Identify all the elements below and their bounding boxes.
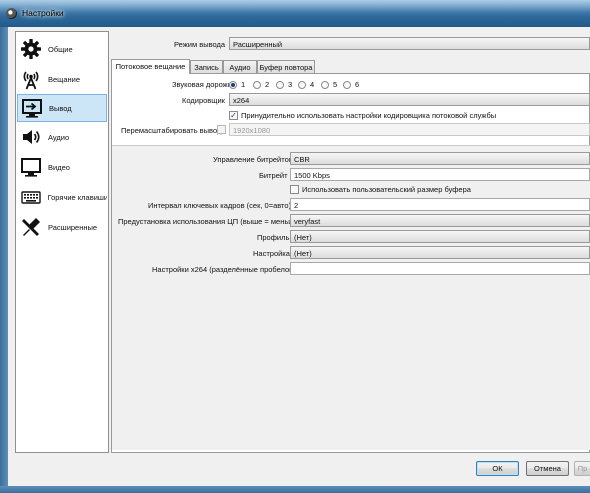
audio-track-2-label: 2 — [265, 80, 270, 89]
custom-buffer-label: Использовать пользовательский размер буф… — [302, 185, 471, 194]
output-mode-value: Расширенный — [233, 40, 283, 49]
audio-track-1-label: 1 — [241, 80, 246, 89]
app-icon — [6, 8, 17, 19]
settings-dialog: Общие Вещание Вывод Аудио Видео Горячие … — [8, 27, 590, 486]
audio-track-radio-2[interactable] — [253, 81, 261, 89]
cpu-preset-select[interactable]: veryfast — [290, 214, 590, 227]
audio-track-6-label: 6 — [355, 80, 360, 89]
audio-track-4-label: 4 — [310, 80, 315, 89]
sidebar-item-audio[interactable]: Аудио — [17, 123, 107, 151]
ok-button-label: ОК — [492, 464, 503, 473]
tools-icon — [19, 215, 43, 239]
tab-replay-buffer[interactable]: Буфер повтора — [257, 60, 315, 73]
enforce-encoder-checkbox[interactable]: ✓ — [229, 111, 238, 120]
enforce-encoder-label: Принудительно использовать настройки код… — [241, 111, 497, 120]
antenna-icon — [19, 67, 43, 91]
tune-label: Настройка — [253, 249, 290, 258]
sidebar-item-label: Расширенные — [48, 222, 98, 232]
audio-track-5-label: 5 — [333, 80, 338, 89]
audio-track-radio-3[interactable] — [276, 81, 284, 89]
sidebar-item-label: Горячие клавиши — [47, 192, 107, 202]
rate-control-select[interactable]: CBR — [290, 152, 590, 165]
audio-track-radio-1[interactable] — [229, 81, 237, 89]
sidebar-item-label: Вещание — [48, 74, 81, 84]
window-title: Настройки — [22, 8, 64, 18]
audio-track-radio-6[interactable] — [343, 81, 351, 89]
x264-options-label: Настройки x264 (разделённые пробелом) — [152, 265, 297, 274]
rate-control-label: Управление битрейтом — [213, 155, 294, 164]
sidebar-item-hotkeys[interactable]: Горячие клавиши — [17, 183, 107, 211]
rescale-resolution-field[interactable]: 1920x1080 — [229, 123, 590, 136]
bitrate-value: 1500 Kbps — [294, 171, 330, 180]
encoder-value: x264 — [233, 96, 250, 105]
tab-label: Буфер повтора — [259, 63, 313, 72]
rescale-output-checkbox[interactable] — [217, 125, 226, 134]
window-title-bar[interactable]: Настройки — [0, 0, 590, 27]
apply-button-label: Пр — [577, 464, 588, 473]
window-frame-bottom — [0, 486, 590, 493]
profile-value: (Нет) — [294, 233, 312, 242]
sidebar-item-label: Видео — [48, 162, 70, 172]
bitrate-label: Битрейт — [259, 171, 288, 180]
settings-sidebar: Общие Вещание Вывод Аудио Видео Горячие … — [15, 31, 109, 453]
title-bar-shine — [0, 0, 590, 12]
keyframe-interval-value: 2 — [294, 201, 299, 210]
keyboard-icon — [19, 185, 43, 209]
gear-icon — [19, 37, 43, 61]
encoder-select[interactable]: x264 — [229, 93, 590, 106]
sidebar-item-general[interactable]: Общие — [17, 35, 107, 63]
profile-select[interactable]: (Нет) — [290, 230, 590, 243]
window-frame-left — [0, 27, 8, 493]
speaker-icon — [19, 125, 43, 149]
custom-buffer-checkbox[interactable] — [290, 185, 299, 194]
output-icon — [20, 96, 44, 120]
cancel-button-label: Отмена — [534, 464, 561, 473]
rate-control-value: CBR — [294, 155, 310, 164]
sidebar-item-advanced[interactable]: Расширенные — [17, 213, 107, 241]
profile-label: Профиль — [257, 233, 290, 242]
audio-track-3-label: 3 — [288, 80, 293, 89]
apply-button[interactable]: Пр — [574, 461, 590, 476]
monitor-icon — [19, 155, 43, 179]
sidebar-item-output[interactable]: Вывод — [17, 94, 107, 122]
tab-streaming[interactable]: Потоковое вещание — [111, 59, 190, 74]
sidebar-item-label: Общие — [48, 44, 73, 54]
tune-value: (Нет) — [294, 249, 312, 258]
audio-track-radio-4[interactable] — [298, 81, 306, 89]
cpu-preset-value: veryfast — [294, 217, 321, 226]
sidebar-item-label: Аудио — [48, 132, 70, 142]
audio-track-label: Звуковая дорожка — [172, 80, 236, 89]
sidebar-item-label: Вывод — [49, 103, 72, 113]
sidebar-item-video[interactable]: Видео — [17, 153, 107, 181]
keyframe-interval-label: Интервал ключевых кадров (сек, 0=авто) — [148, 201, 292, 210]
tab-label: Запись — [194, 63, 219, 72]
output-mode-label: Режим вывода — [174, 40, 226, 49]
encoder-label: Кодировщик — [182, 96, 225, 105]
bitrate-spinbox[interactable]: 1500 Kbps — [290, 168, 590, 181]
tab-label: Аудио — [229, 63, 251, 72]
tune-select[interactable]: (Нет) — [290, 246, 590, 259]
keyframe-interval-spinbox[interactable]: 2 — [290, 198, 590, 211]
ok-button[interactable]: ОК — [476, 461, 519, 476]
cpu-preset-label: Предустановка использования ЦП (выше = м… — [118, 217, 301, 226]
output-mode-select[interactable]: Расширенный — [229, 37, 590, 50]
sidebar-item-stream[interactable]: Вещание — [17, 65, 107, 93]
tab-audio[interactable]: Аудио — [223, 60, 257, 73]
audio-track-radio-5[interactable] — [321, 81, 329, 89]
tab-recording[interactable]: Запись — [190, 60, 223, 73]
tab-label: Потоковое вещание — [115, 62, 186, 71]
rescale-resolution-value: 1920x1080 — [233, 126, 271, 135]
x264-options-field[interactable] — [290, 262, 590, 275]
cancel-button[interactable]: Отмена — [526, 461, 569, 476]
rescale-output-label: Перемасштабировать вывод — [121, 126, 222, 135]
